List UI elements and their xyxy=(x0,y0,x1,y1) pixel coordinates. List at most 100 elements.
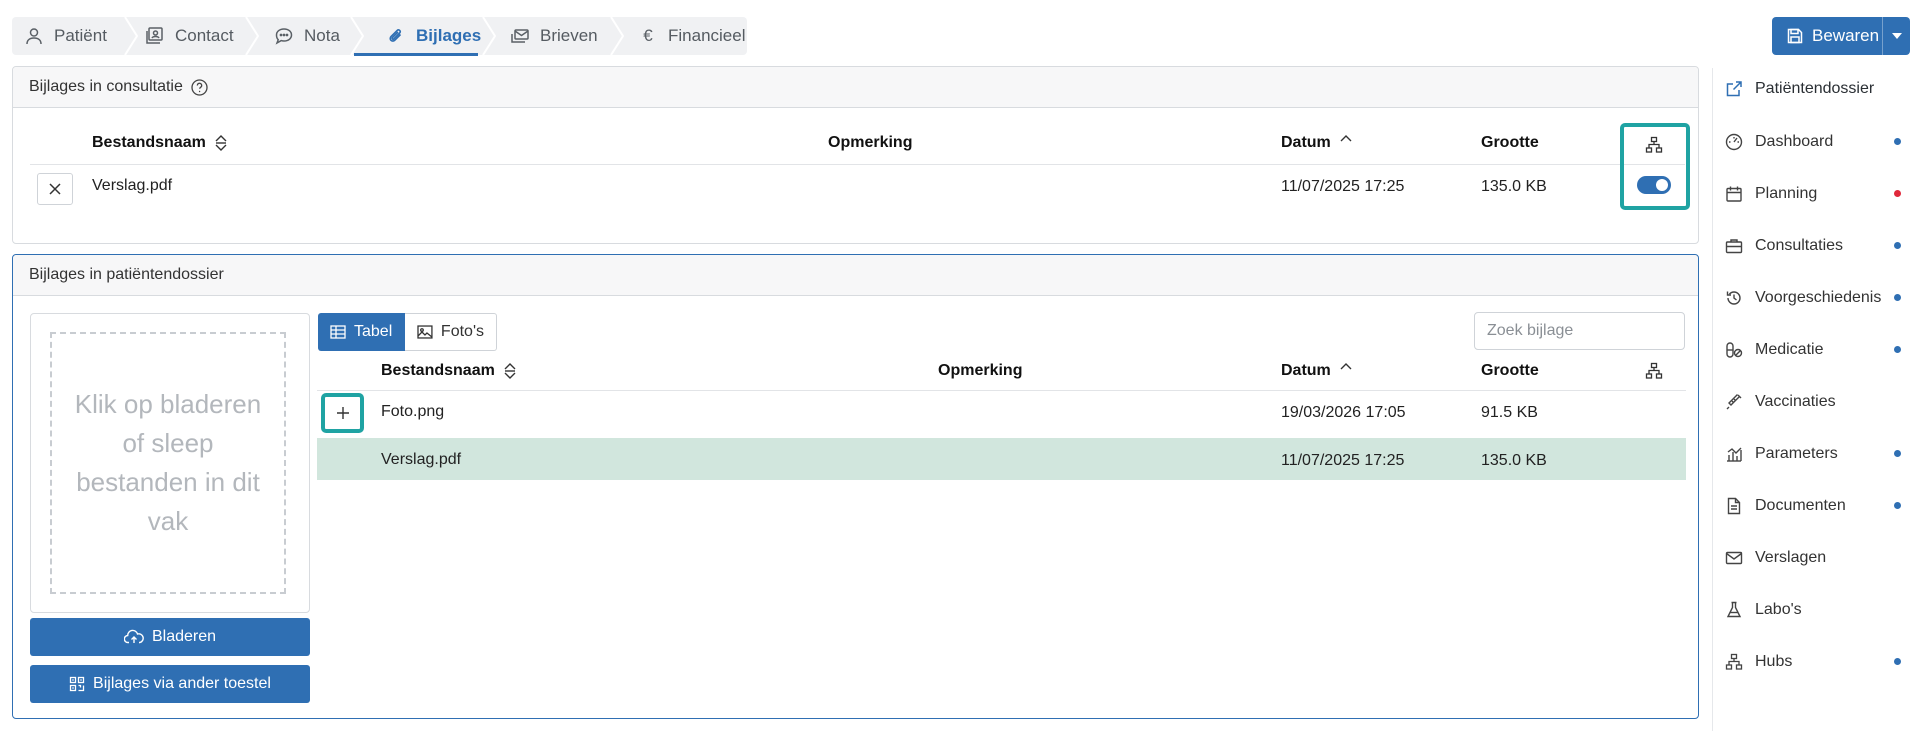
flask-icon xyxy=(1726,601,1742,618)
view-photos-button[interactable]: Foto's xyxy=(405,313,497,351)
column-header-size: Grootte xyxy=(1481,362,1539,379)
sidebar-item-consultaties[interactable]: Consultaties xyxy=(1725,231,1843,261)
syringe-icon xyxy=(1726,394,1742,410)
search-attachments-input[interactable] xyxy=(1474,312,1685,350)
row-date: 11/07/2025 17:25 xyxy=(1281,178,1405,195)
column-header-filename[interactable]: Bestandsnaam xyxy=(381,362,517,380)
chat-bubble-icon xyxy=(275,28,293,45)
close-icon xyxy=(49,183,61,195)
sidebar-item-medicatie[interactable]: Medicatie xyxy=(1725,335,1823,365)
tab-label: Financieel xyxy=(668,26,746,45)
status-dot xyxy=(1894,346,1901,353)
view-table-button[interactable]: Tabel xyxy=(318,313,405,351)
sidebar-item-patientendossier[interactable]: Patiëntendossier xyxy=(1725,74,1874,104)
sidebar-item-dashboard[interactable]: Dashboard xyxy=(1725,127,1833,157)
status-dot xyxy=(1894,658,1901,665)
active-tab-indicator xyxy=(354,53,478,56)
paperclip-icon xyxy=(389,29,402,42)
file-dropzone[interactable]: Klik op bladeren of sleep bestanden in d… xyxy=(50,332,286,594)
status-dot xyxy=(1894,294,1901,301)
browse-button[interactable]: Bladeren xyxy=(30,618,310,656)
column-header-remark: Opmerking xyxy=(938,362,1023,379)
status-dot xyxy=(1894,190,1901,197)
panel-title: Bijlages in patiëntendossier xyxy=(29,266,224,283)
column-header-date[interactable]: Datum xyxy=(1281,362,1353,380)
tab-separator xyxy=(245,17,259,55)
tab-financieel[interactable]: € Financieel xyxy=(638,17,746,55)
pills-icon xyxy=(1726,342,1743,358)
tab-contact[interactable]: Contact xyxy=(145,17,234,55)
tab-nota[interactable]: Nota xyxy=(274,17,340,55)
row-filename: Verslag.pdf xyxy=(92,177,173,194)
save-button[interactable]: Bewaren xyxy=(1772,17,1882,55)
person-icon xyxy=(26,28,42,45)
row-date: 19/03/2026 17:05 xyxy=(1281,404,1406,421)
briefcase-icon xyxy=(1725,239,1743,254)
sidebar-item-parameters[interactable]: Parameters xyxy=(1725,439,1838,469)
sidebar-item-labos[interactable]: Labo's xyxy=(1725,595,1802,625)
row-size: 135.0 KB xyxy=(1481,178,1547,195)
letters-icon xyxy=(511,29,529,43)
panel-title: Bijlages in consultatie xyxy=(29,78,183,95)
tab-label: Patiënt xyxy=(54,26,107,45)
table-divider xyxy=(30,164,1685,165)
consultation-attachments-panel: Bijlages in consultatie xyxy=(12,66,1699,244)
status-dot xyxy=(1894,502,1901,509)
envelope-icon xyxy=(1725,551,1743,565)
panel-header: Bijlages in consultatie xyxy=(13,67,1698,108)
tab-bar: Patiënt Contact Nota Bijlages Brieven € … xyxy=(12,17,747,55)
gauge-icon xyxy=(1725,133,1743,151)
status-dot xyxy=(1894,242,1901,249)
row-size: 135.0 KB xyxy=(1481,452,1547,469)
tab-separator xyxy=(124,17,138,55)
euro-icon: € xyxy=(643,26,653,45)
tab-label: Brieven xyxy=(540,26,598,45)
highlight-box xyxy=(1620,123,1690,210)
contact-card-icon xyxy=(146,27,163,44)
cloud-upload-icon xyxy=(123,629,144,644)
hierarchy-icon xyxy=(1645,362,1663,379)
caret-down-icon xyxy=(1891,33,1902,39)
status-dot xyxy=(1894,450,1901,457)
sidebar-item-planning[interactable]: Planning xyxy=(1725,179,1817,209)
tab-label: Bijlages xyxy=(416,26,482,45)
sort-ascending-icon xyxy=(1340,135,1352,142)
sidebar-item-vaccinaties[interactable]: Vaccinaties xyxy=(1725,387,1836,417)
row-size: 91.5 KB xyxy=(1481,404,1538,421)
tab-brieven[interactable]: Brieven xyxy=(510,17,598,55)
save-label: Bewaren xyxy=(1812,26,1880,45)
external-link-icon xyxy=(1726,81,1742,97)
chart-icon xyxy=(1727,447,1742,462)
tab-separator xyxy=(350,17,364,55)
column-header-date[interactable]: Datum xyxy=(1281,134,1353,152)
remove-attachment-button[interactable] xyxy=(37,173,73,205)
row-date: 11/07/2025 17:25 xyxy=(1281,452,1405,469)
highlight-box xyxy=(321,393,364,433)
status-dot xyxy=(1894,138,1901,145)
row-filename: Foto.png xyxy=(381,403,445,420)
save-button-group: Bewaren xyxy=(1772,17,1910,55)
save-dropdown-toggle[interactable] xyxy=(1882,17,1910,55)
dropzone-text: Klik op bladeren of sleep bestanden in d… xyxy=(74,389,262,536)
tab-bijlages[interactable]: Bijlages xyxy=(386,17,481,55)
other-device-button[interactable]: Bijlages via ander toestel xyxy=(30,665,310,703)
sort-icon xyxy=(215,135,227,151)
sidebar-item-hubs[interactable]: Hubs xyxy=(1725,647,1792,677)
tab-patient[interactable]: Patiënt xyxy=(24,17,107,55)
table-divider xyxy=(317,390,1686,391)
column-header-remark: Opmerking xyxy=(828,134,913,151)
floppy-disk-icon xyxy=(1787,28,1803,44)
tab-separator xyxy=(482,17,496,55)
sidebar-item-documenten[interactable]: Documenten xyxy=(1725,491,1846,521)
column-header-filename[interactable]: Bestandsnaam xyxy=(92,134,228,152)
help-icon[interactable] xyxy=(191,78,208,96)
sidebar-item-voorgeschiedenis[interactable]: Voorgeschiedenis xyxy=(1725,283,1881,313)
tab-label: Nota xyxy=(304,26,340,45)
calendar-icon xyxy=(1726,186,1742,202)
tab-label: Contact xyxy=(175,26,234,45)
table-icon xyxy=(330,325,346,339)
hierarchy-icon xyxy=(1725,653,1743,670)
image-icon xyxy=(417,325,433,339)
column-header-size: Grootte xyxy=(1481,134,1539,151)
sidebar-item-verslagen[interactable]: Verslagen xyxy=(1725,543,1826,573)
